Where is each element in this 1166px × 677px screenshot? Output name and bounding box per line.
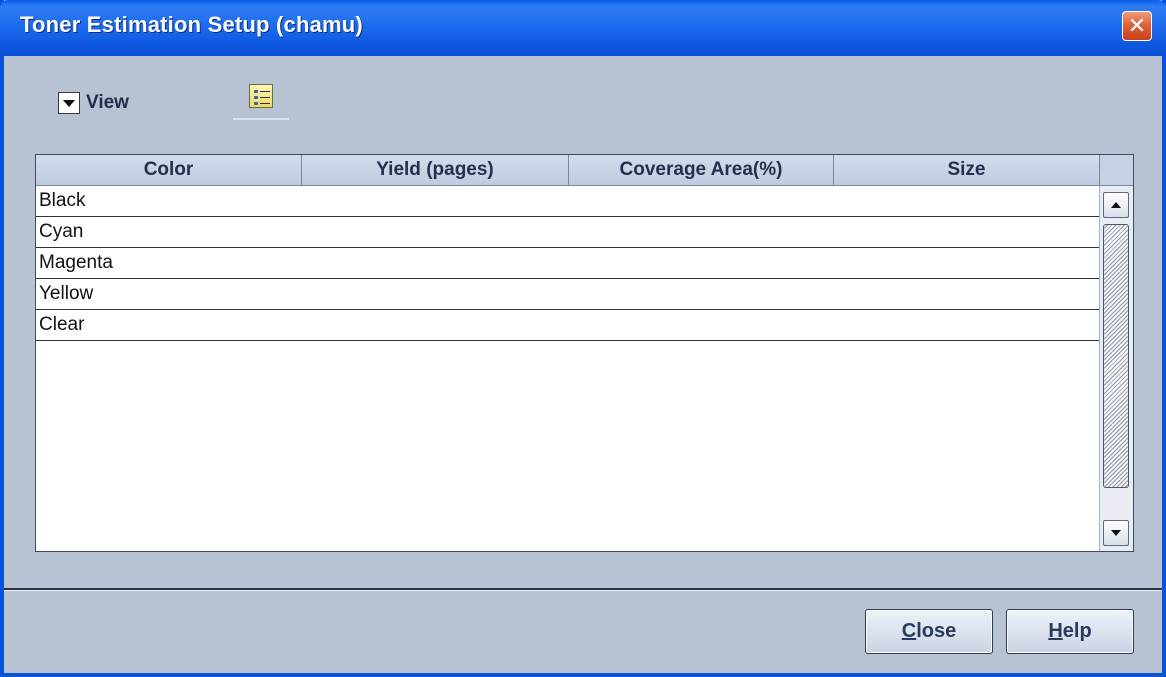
dialog-content: View Color Yield (pages) Coverage Area(%… (4, 56, 1162, 673)
help-button-label: elp (1062, 620, 1092, 642)
table-row[interactable]: Black (36, 186, 1100, 217)
column-header-yield[interactable]: Yield (pages) (302, 155, 569, 185)
table-row[interactable]: Yellow (36, 279, 1100, 310)
table-header: Color Yield (pages) Coverage Area(%) Siz… (36, 155, 1100, 186)
column-header-color[interactable]: Color (36, 155, 302, 185)
list-settings-button[interactable] (233, 82, 289, 120)
close-button-label: lose (916, 620, 957, 642)
footer-separator (4, 588, 1162, 591)
close-button[interactable]: Close (865, 609, 993, 654)
scroll-down-button[interactable] (1103, 520, 1129, 546)
vertical-scrollbar[interactable] (1099, 186, 1133, 551)
column-header-coverage[interactable]: Coverage Area(%) (569, 155, 834, 185)
table-row[interactable]: Cyan (36, 217, 1100, 248)
table-header-corner (1099, 155, 1133, 186)
help-button[interactable]: Help (1006, 609, 1134, 654)
scroll-up-button[interactable] (1103, 192, 1129, 218)
window-title: Toner Estimation Setup (chamu) (20, 12, 363, 37)
table-row[interactable]: Clear (36, 310, 1100, 341)
list-settings-icon (249, 84, 273, 108)
table-row[interactable]: Magenta (36, 248, 1100, 279)
arrow-down-icon (1111, 530, 1121, 536)
toner-table[interactable]: Color Yield (pages) Coverage Area(%) Siz… (35, 154, 1134, 552)
view-menu-label[interactable]: View (86, 92, 129, 114)
title-bar[interactable]: Toner Estimation Setup (chamu) ✕ (0, 0, 1166, 56)
arrow-up-icon (1111, 202, 1121, 208)
close-button-mnemonic: C (901, 620, 917, 642)
close-x-icon[interactable]: ✕ (1122, 11, 1152, 41)
table-body: Black Cyan Magenta Yellow Clear (36, 186, 1100, 341)
view-menu[interactable]: View (58, 90, 129, 116)
column-header-size[interactable]: Size (834, 155, 1100, 185)
help-button-mnemonic: H (1048, 620, 1063, 642)
chevron-down-icon[interactable] (58, 92, 80, 114)
scrollbar-thumb[interactable] (1103, 224, 1129, 488)
dialog-window: Toner Estimation Setup (chamu) ✕ View Co… (0, 0, 1166, 677)
